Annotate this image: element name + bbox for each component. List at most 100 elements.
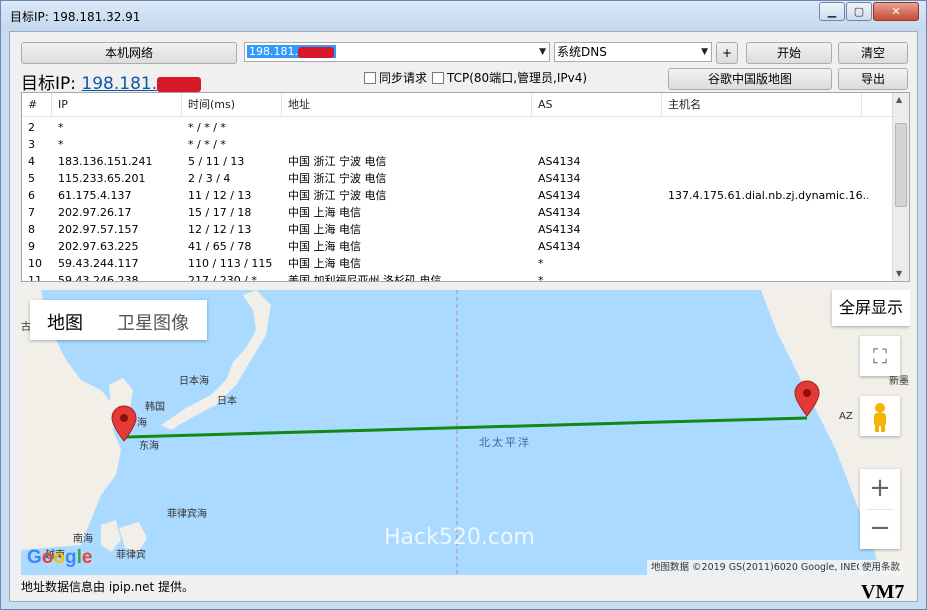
table-row[interactable]: 2 * * / * / * bbox=[22, 119, 893, 136]
destination-pin-icon[interactable] bbox=[794, 380, 820, 417]
redaction-mark bbox=[297, 46, 334, 58]
table-cell: 5 bbox=[28, 172, 35, 185]
table-cell: 137.4.175.61.dial.nb.zj.dynamic.16... bbox=[668, 189, 868, 202]
table-cell: * bbox=[58, 138, 64, 151]
scroll-thumb[interactable] bbox=[895, 123, 907, 207]
export-button[interactable]: 导出 bbox=[838, 68, 908, 90]
vm7-badge: VM7 bbox=[861, 581, 905, 603]
column-header-time[interactable]: 时间(ms) bbox=[182, 93, 282, 117]
add-button[interactable]: + bbox=[716, 42, 738, 64]
ip-input[interactable]: 198.181. ▼ bbox=[244, 42, 550, 62]
dns-select[interactable]: 系统DNS ▼ bbox=[554, 42, 712, 62]
table-row[interactable]: 8 202.97.57.157 12 / 12 / 13 中国 上海 电信 AS4134 bbox=[22, 221, 893, 238]
maximize-button[interactable]: ▢ bbox=[846, 2, 872, 21]
table-cell: AS4134 bbox=[538, 172, 581, 185]
table-cell: 217 / 230 / * bbox=[188, 274, 257, 282]
terms-link[interactable]: 使用条款 bbox=[859, 560, 904, 575]
table-row[interactable]: 9 202.97.63.225 41 / 65 / 78 中国 上海 电信 AS4134 bbox=[22, 238, 893, 255]
local-network-button[interactable]: 本机网络 bbox=[21, 42, 237, 64]
table-cell: 61.175.4.137 bbox=[58, 189, 132, 202]
table-cell: 2 / 3 / 4 bbox=[188, 172, 231, 185]
table-cell: * bbox=[538, 274, 544, 282]
table-cell: 中国 浙江 宁波 电信 bbox=[288, 189, 387, 202]
table-cell: 中国 上海 电信 bbox=[288, 206, 361, 219]
minimize-button[interactable]: ▁ bbox=[819, 2, 845, 21]
table-cell: * bbox=[58, 121, 64, 134]
sync-request-checkbox[interactable]: 同步请求 bbox=[364, 71, 427, 85]
window-title: 目标IP: 198.181.32.91 bbox=[10, 10, 141, 24]
dropdown-arrow-icon[interactable]: ▼ bbox=[701, 43, 708, 61]
table-body: 2 * * / * / * 3 * * / * / * 4 183.136.151.241 5 … bbox=[22, 119, 893, 282]
column-header-hostname[interactable]: 主机名 bbox=[662, 93, 862, 117]
zoom-in-icon[interactable]: + bbox=[860, 469, 900, 509]
table-cell: 59.43.246.238 bbox=[58, 274, 139, 282]
table-cell: * / * / * bbox=[188, 121, 226, 134]
table-cell: 中国 上海 电信 bbox=[288, 240, 361, 253]
zoom-control: + − bbox=[860, 469, 900, 549]
table-cell: 202.97.26.17 bbox=[58, 206, 132, 219]
table-cell: 15 / 17 / 18 bbox=[188, 206, 252, 219]
table-row[interactable]: 6 61.175.4.137 11 / 12 / 13 中国 浙江 宁波 电信 AS41… bbox=[22, 187, 893, 204]
table-cell: 59.43.244.117 bbox=[58, 257, 139, 270]
tcp-checkbox[interactable]: TCP(80端口,管理员,IPv4) bbox=[432, 71, 587, 85]
status-text: 地址数据信息由 ipip.net 提供。 bbox=[21, 580, 195, 594]
map-label-east-sea: 东海 bbox=[139, 441, 159, 452]
ip-input-value: 198.181. bbox=[249, 45, 298, 58]
close-button[interactable]: ✕ bbox=[873, 2, 919, 21]
redaction-mark bbox=[157, 76, 202, 92]
fullscreen-display-button[interactable]: 全屏显示 bbox=[832, 290, 910, 326]
street-view-pegman-icon[interactable] bbox=[860, 396, 900, 436]
table-cell: 8 bbox=[28, 223, 35, 236]
table-cell: 9 bbox=[28, 240, 35, 253]
google-logo: Google bbox=[27, 547, 93, 568]
table-cell: 12 / 12 / 13 bbox=[188, 223, 252, 236]
table-cell: 7 bbox=[28, 206, 35, 219]
table-row[interactable]: 11 59.43.246.238 217 / 230 / * 美国 加利福尼亚州 洛杉… bbox=[22, 272, 893, 282]
table-row[interactable]: 10 59.43.244.117 110 / 113 / 115 中国 上海 电信 * bbox=[22, 255, 893, 272]
table-cell: 5 / 11 / 13 bbox=[188, 155, 245, 168]
map-label-az: AZ bbox=[839, 411, 853, 422]
column-header-index[interactable]: # bbox=[22, 93, 52, 117]
table-cell: 中国 上海 电信 bbox=[288, 257, 361, 270]
table-cell: 115.233.65.201 bbox=[58, 172, 146, 185]
dns-select-value: 系统DNS bbox=[557, 45, 607, 59]
table-cell: AS4134 bbox=[538, 223, 581, 236]
checkbox-box[interactable] bbox=[364, 72, 376, 84]
map-label-japan: 日本 bbox=[217, 396, 237, 407]
map-label-philippines: 菲律宾 bbox=[116, 550, 146, 561]
checkbox-box[interactable] bbox=[432, 72, 444, 84]
fullscreen-icon[interactable]: ⛶ bbox=[860, 336, 900, 376]
zoom-out-icon[interactable]: − bbox=[860, 510, 900, 549]
column-header-address[interactable]: 地址 bbox=[282, 93, 532, 117]
scroll-up-icon[interactable]: ▲ bbox=[896, 95, 902, 104]
scroll-down-icon[interactable]: ▼ bbox=[896, 269, 902, 278]
start-button[interactable]: 开始 bbox=[746, 42, 832, 64]
table-cell: AS4134 bbox=[538, 189, 581, 202]
column-header-as[interactable]: AS bbox=[532, 93, 662, 117]
table-scrollbar[interactable]: ▲ ▼ bbox=[892, 93, 909, 281]
table-row[interactable]: 5 115.233.65.201 2 / 3 / 4 中国 浙江 宁波 电信 AS413… bbox=[22, 170, 893, 187]
table-row[interactable]: 7 202.97.26.17 15 / 17 / 18 中国 上海 电信 AS4134 bbox=[22, 204, 893, 221]
table-cell: AS4134 bbox=[538, 240, 581, 253]
table-cell: 10 bbox=[28, 257, 42, 270]
table-cell: 202.97.63.225 bbox=[58, 240, 139, 253]
client-area: 本机网络 198.181. ▼ 系统DNS ▼ + 开始 清空 目标IP: 19… bbox=[9, 31, 918, 602]
dropdown-arrow-icon[interactable]: ▼ bbox=[539, 43, 546, 61]
tab-satellite[interactable]: 卫星图像 bbox=[117, 309, 189, 335]
map-view[interactable]: 古 日本海 日本 韩国 海 东海 菲律宾海 南海 越南 菲律宾 北太平洋 AZ … bbox=[21, 290, 910, 575]
table-cell: 202.97.57.157 bbox=[58, 223, 139, 236]
table-cell: 中国 浙江 宁波 电信 bbox=[288, 155, 387, 168]
target-ip-link[interactable]: 198.181. bbox=[81, 74, 202, 94]
table-cell: 中国 浙江 宁波 电信 bbox=[288, 172, 387, 185]
google-map-button[interactable]: 谷歌中国版地图 bbox=[668, 68, 832, 90]
tab-map[interactable]: 地图 bbox=[47, 309, 83, 335]
clear-button[interactable]: 清空 bbox=[838, 42, 908, 64]
table-cell: 3 bbox=[28, 138, 35, 151]
map-label-hai: 海 bbox=[137, 418, 147, 429]
table-row[interactable]: 3 * * / * / * bbox=[22, 136, 893, 153]
table-row[interactable]: 4 183.136.151.241 5 / 11 / 13 中国 浙江 宁波 电信 AS… bbox=[22, 153, 893, 170]
table-cell: 6 bbox=[28, 189, 35, 202]
map-attribution: 地图数据 ©2019 GS(2011)6020 Google, INEGI bbox=[647, 560, 871, 575]
column-header-ip[interactable]: IP bbox=[52, 93, 182, 117]
table-cell: * / * / * bbox=[188, 138, 226, 151]
